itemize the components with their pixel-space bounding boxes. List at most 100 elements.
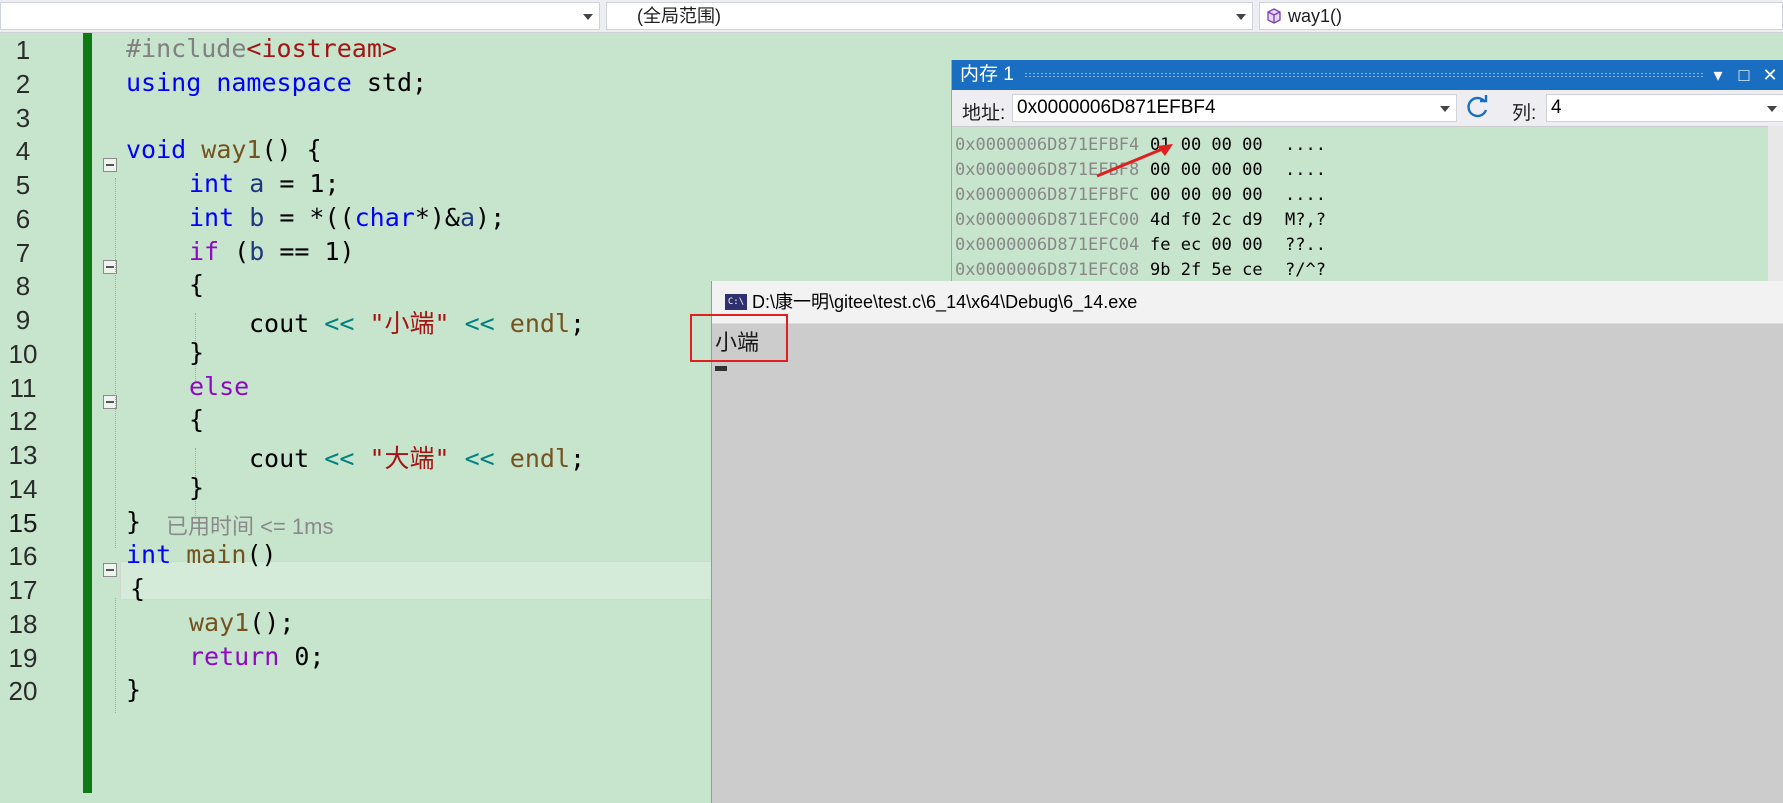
fold-toggle-icon[interactable]	[103, 563, 117, 577]
indent-guide	[115, 178, 116, 548]
punctuation: (	[219, 237, 250, 266]
preprocessor-directive: #include	[126, 34, 247, 63]
function-dropdown[interactable]: way1()	[1259, 2, 1783, 30]
memory-window-title-bar[interactable]: 内存 1 ▾ □ ✕	[952, 60, 1783, 90]
indent-guide	[115, 598, 116, 713]
code-line-19: return 0;	[189, 642, 324, 671]
function-call: way1	[189, 608, 250, 637]
scope-dropdown-value: (全局范围)	[637, 6, 721, 26]
line-number: 2	[15, 69, 31, 99]
code-line-17: {	[130, 574, 146, 603]
operator: <<	[324, 309, 355, 338]
operator: <<	[464, 309, 495, 338]
code-line-7: if (b == 1)	[189, 237, 355, 266]
console-app-icon: C:\	[725, 294, 747, 310]
variable-a: a	[459, 203, 476, 232]
keyword-int: int	[189, 203, 235, 232]
punctuation: ;	[570, 309, 586, 338]
operator: <<	[324, 444, 355, 473]
address-value: 0x0000006D871EFBF4	[1017, 97, 1216, 118]
memory-address: 0x0000006D871EFC00	[955, 210, 1140, 230]
memory-chars: M?,?	[1285, 210, 1326, 230]
maximize-icon[interactable]: □	[1732, 60, 1756, 90]
memory-address: 0x0000006D871EFC04	[955, 235, 1140, 255]
punctuation: () {	[261, 135, 322, 164]
function-dropdown-value: way1()	[1288, 6, 1343, 26]
columns-label: 列:	[1512, 103, 1537, 124]
close-icon[interactable]: ✕	[1758, 60, 1782, 90]
change-tracking-bar	[83, 33, 92, 793]
window-menu-icon[interactable]: ▾	[1706, 60, 1730, 90]
address-input[interactable]: 0x0000006D871EFBF4	[1012, 94, 1457, 122]
line-number: 4	[15, 136, 31, 166]
line-number: 7	[15, 238, 31, 268]
code-line-6: int b = *((char*)&a);	[189, 203, 505, 232]
refresh-icon[interactable]	[1465, 94, 1491, 120]
console-cursor	[715, 366, 727, 371]
expression: *)&	[414, 203, 460, 232]
memory-bytes[interactable]: 9b 2f 5e ce	[1150, 260, 1263, 280]
keyword-if: if	[189, 237, 220, 266]
keyword-else: else	[189, 372, 250, 401]
punctuation: ;	[570, 444, 586, 473]
function-name: main	[186, 540, 247, 569]
scope-dropdown[interactable]: (全局范围)	[606, 2, 1253, 30]
code-line-14: }	[189, 473, 205, 502]
line-number: 10	[8, 339, 38, 369]
code-line-12: {	[189, 405, 205, 434]
code-line-2: using namespace std;	[126, 68, 427, 97]
punctuation: ()	[246, 540, 277, 569]
columns-select[interactable]: 4	[1546, 94, 1783, 122]
memory-bytes[interactable]: 4d f0 2c d9	[1150, 210, 1263, 230]
memory-address: 0x0000006D871EFC08	[955, 260, 1140, 280]
function-name: way1	[201, 135, 262, 164]
keyword-namespace: namespace	[216, 68, 352, 97]
line-number: 1	[15, 35, 31, 65]
memory-scrollbar[interactable]	[1768, 126, 1783, 300]
string-literal: "大端"	[369, 444, 450, 473]
memory-chars: ....	[1285, 135, 1326, 155]
variable-b: b	[249, 203, 265, 232]
console-title: D:\康一明\gitee\test.c\6_14\x64\Debug\6_14.…	[752, 292, 1138, 312]
elapsed-time-hint: 已用时间 <= 1ms	[166, 514, 334, 539]
memory-chars: ??..	[1285, 235, 1326, 255]
line-number: 14	[8, 474, 38, 504]
line-number: 3	[15, 103, 31, 133]
assignment: = 1;	[264, 169, 340, 198]
memory-bytes[interactable]: fe ec 00 00	[1150, 235, 1263, 255]
code-line-8: {	[189, 270, 205, 299]
memory-window-title: 内存 1	[960, 64, 1014, 85]
memory-toolbar: 地址: 0x0000006D871EFBF4 列: 4	[952, 90, 1783, 127]
keyword-using: using	[126, 68, 202, 97]
code-line-20: }	[126, 675, 142, 704]
cout: cout	[249, 444, 310, 473]
chevron-down-icon	[583, 14, 593, 20]
memory-bytes[interactable]: 00 00 00 00	[1150, 185, 1263, 205]
navigation-bar: (全局范围) way1()	[0, 0, 1783, 33]
line-number: 13	[8, 440, 38, 470]
endl: endl	[509, 309, 571, 338]
address-label: 地址:	[962, 103, 1006, 124]
code-line-16: int main()	[126, 540, 277, 569]
expression: = *((	[264, 203, 355, 232]
line-number: 5	[15, 170, 31, 200]
console-window[interactable]: C:\ D:\康一明\gitee\test.c\6_14\x64\Debug\6…	[711, 281, 1783, 803]
variable-a: a	[249, 169, 265, 198]
code-line-4: void way1() {	[126, 135, 322, 164]
fold-toggle-icon[interactable]	[103, 158, 117, 172]
memory-address: 0x0000006D871EFBFC	[955, 185, 1140, 205]
line-number: 9	[15, 305, 31, 335]
console-title-bar[interactable]: C:\ D:\康一明\gitee\test.c\6_14\x64\Debug\6…	[712, 281, 1783, 324]
return-value: 0;	[279, 642, 325, 671]
include-header: <iostream>	[246, 34, 397, 63]
code-line-13: cout << "大端" << endl;	[249, 439, 585, 475]
chevron-down-icon[interactable]	[1767, 106, 1777, 112]
line-number: 17	[8, 575, 38, 605]
endl: endl	[509, 444, 571, 473]
code-line-1: #include<iostream>	[126, 34, 397, 63]
project-dropdown[interactable]	[0, 2, 600, 30]
memory-row: 0x0000006D871EFC04 fe ec 00 00??..	[955, 235, 1326, 255]
drag-grip[interactable]	[1024, 72, 1704, 78]
memory-row: 0x0000006D871EFBFC 00 00 00 00....	[955, 185, 1326, 205]
chevron-down-icon[interactable]	[1440, 106, 1450, 112]
